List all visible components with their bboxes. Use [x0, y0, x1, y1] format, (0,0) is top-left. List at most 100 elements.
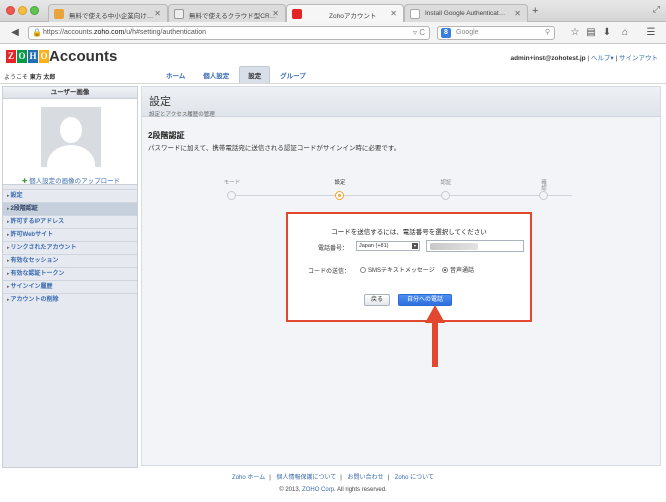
- sidebar-item-label: 許可Webサイト: [10, 232, 54, 238]
- page-title: 設定: [149, 96, 171, 108]
- reader-icon[interactable]: ▤: [584, 26, 598, 40]
- zoom-window-button[interactable]: [30, 6, 39, 15]
- country-code-value: Japan (+81): [359, 243, 389, 249]
- sidebar-item-allowed-ip[interactable]: ▸許可するIPアドレス: [3, 215, 137, 228]
- search-input[interactable]: 8 Google ⚲: [437, 26, 555, 40]
- close-window-button[interactable]: [6, 6, 15, 15]
- menu-icon[interactable]: ☰: [644, 26, 658, 40]
- phone-selection-dialog: コードを送信するには、電話番号を選択してください 電話番号： Japan (+8…: [286, 212, 532, 322]
- tab-label: Install Google Authenticat…: [425, 10, 506, 17]
- avatar-body-shape: [47, 145, 95, 167]
- chevron-right-icon: ▸: [7, 245, 10, 251]
- step-dot: [227, 191, 236, 200]
- back-arrow-icon[interactable]: ◀: [8, 26, 22, 40]
- sidebar-item-label: 有効なセッション: [10, 258, 59, 264]
- nav-personal-settings[interactable]: 個人設定: [195, 67, 237, 83]
- help-link[interactable]: ヘルプ▾: [591, 55, 614, 62]
- chevron-right-icon: ▸: [7, 193, 10, 199]
- copyright-corp-link[interactable]: ZOHO Corp.: [302, 487, 336, 493]
- app-title: Accounts: [49, 48, 118, 65]
- sms-option-radio[interactable]: SMSテキストメッセージ: [360, 265, 435, 274]
- browser-tab-4[interactable]: Install Google Authenticat… ✕: [404, 4, 528, 22]
- search-icon[interactable]: ⚲: [545, 27, 550, 39]
- chevron-down-icon: ▾: [412, 243, 418, 249]
- google-engine-icon[interactable]: 8: [441, 28, 451, 38]
- red-arrow-annotation: [425, 305, 445, 367]
- phone-number-label: 電話番号：: [318, 246, 349, 252]
- browser-nav-bar: ◀ 🔒 https://accounts.zoho.com/u/h#settin…: [0, 22, 666, 44]
- signout-link[interactable]: サインアウト: [619, 55, 658, 62]
- user-photo-area: [3, 99, 137, 185]
- step-mode: モード: [212, 178, 252, 200]
- step-verify: 認証: [426, 178, 466, 200]
- step-label: 認証: [440, 180, 452, 186]
- sidebar-item-allowed-websites[interactable]: ▸許可Webサイト: [3, 228, 137, 241]
- star-icon[interactable]: ☆: [568, 26, 582, 40]
- avatar[interactable]: [41, 107, 101, 167]
- country-code-select[interactable]: Japan (+81) ▾: [356, 241, 420, 251]
- page-header: 設定 設定とアクセス履歴の管理: [142, 87, 660, 118]
- reload-icon[interactable]: ▿ C: [413, 27, 425, 39]
- footer-link-privacy[interactable]: 個人情報保護について: [276, 475, 336, 481]
- section-description: パスワードに加えて、携帯電話宛に送信される認証コードがサインイン時に必要です。: [148, 145, 401, 152]
- fullscreen-icon[interactable]: ⤢: [653, 4, 660, 15]
- url-prefix: https://accounts.: [43, 29, 94, 36]
- download-icon[interactable]: ⬇: [600, 26, 614, 40]
- tab-close-icon[interactable]: ✕: [390, 9, 397, 18]
- upload-photo-link[interactable]: ✚ 個人設定の画像のアップロード: [3, 175, 139, 185]
- tab-label: 無料で使えるクラウド型CR…: [189, 13, 277, 20]
- step-confirm: 確 認: [524, 174, 564, 200]
- home-icon[interactable]: ⌂: [618, 26, 632, 40]
- phone-number-input[interactable]: [426, 240, 524, 252]
- new-tab-button[interactable]: +: [532, 5, 538, 17]
- plus-icon: ✚: [21, 178, 28, 185]
- voice-option-label: 音声通話: [450, 268, 475, 274]
- chevron-right-icon: ▸: [7, 284, 10, 290]
- sidebar-item-settings[interactable]: ▸設定: [3, 189, 137, 202]
- google-favicon-icon: [410, 9, 420, 19]
- user-links: admin+inst@zohotest.jp | ヘルプ▾ | サインアウト: [510, 55, 658, 62]
- setup-stepper: モード 設定 認証 確 認: [224, 178, 572, 202]
- footer-link-about[interactable]: Zoho について: [395, 475, 434, 481]
- step-dot: [441, 191, 450, 200]
- sidebar-item-active-sessions[interactable]: ▸有効なセッション: [3, 254, 137, 267]
- sidebar-item-delete-account[interactable]: ▸アカウントの削除: [3, 293, 137, 306]
- browser-tab-2[interactable]: 無料で使えるクラウド型CR… ✕: [168, 4, 286, 22]
- step-label: 設定: [334, 180, 346, 186]
- user-email: admin+inst@zohotest.jp: [510, 55, 586, 62]
- footer-link-home[interactable]: Zoho ホーム: [232, 475, 265, 481]
- sidebar-item-linked-accounts[interactable]: ▸リンクされたアカウント: [3, 241, 137, 254]
- sidebar-item-signin-history[interactable]: ▸サインイン履歴: [3, 280, 137, 293]
- nav-home[interactable]: ホーム: [158, 67, 193, 83]
- browser-tab-1[interactable]: 無料で使える中小企業向け… ✕: [48, 4, 168, 22]
- minimize-window-button[interactable]: [18, 6, 27, 15]
- copyright-suffix: All rights reserved.: [337, 487, 387, 493]
- top-navigation: ホーム 個人設定 設定 グループ: [158, 66, 314, 83]
- tab-close-icon[interactable]: ✕: [272, 9, 279, 18]
- back-button[interactable]: 戻る: [364, 294, 390, 306]
- chevron-right-icon: ▸: [7, 271, 10, 277]
- tab-favicon-icon: [174, 9, 184, 19]
- browser-tab-3[interactable]: Zohoアカウント ✕: [286, 4, 404, 22]
- chevron-right-icon: ▸: [7, 258, 10, 264]
- sidebar-item-two-factor[interactable]: ▸2段階認証: [3, 202, 137, 215]
- sidebar-item-label: 許可するIPアドレス: [10, 219, 65, 225]
- step-label: モード: [223, 180, 241, 186]
- send-code-label: コードの送信：: [308, 269, 351, 275]
- chevron-right-icon: ▸: [7, 206, 10, 212]
- sidebar: ユーザー画像 ✚ 個人設定の画像のアップロード ▸設定 ▸2段階認証 ▸許可する…: [2, 86, 138, 468]
- nav-groups[interactable]: グループ: [272, 67, 314, 83]
- lock-icon: 🔒: [32, 28, 42, 37]
- section-title: 2段階認証: [148, 131, 185, 140]
- avatar-head-shape: [60, 117, 82, 143]
- tab-close-icon[interactable]: ✕: [154, 9, 161, 18]
- zoho-logo[interactable]: ZOHO: [6, 50, 50, 64]
- footer-link-contact[interactable]: お問い合わせ: [348, 475, 384, 481]
- browser-tab-bar: 無料で使える中小企業向け… ✕ 無料で使えるクラウド型CR… ✕ Zohoアカウ…: [0, 0, 666, 22]
- tab-close-icon[interactable]: ✕: [514, 9, 521, 18]
- sidebar-item-label: 有効な認証トークン: [10, 271, 65, 277]
- nav-settings[interactable]: 設定: [239, 66, 271, 83]
- address-bar[interactable]: 🔒 https://accounts.zoho.com/u/h#setting/…: [28, 26, 430, 40]
- voice-call-option-radio[interactable]: 音声通話: [442, 265, 474, 274]
- sidebar-item-auth-tokens[interactable]: ▸有効な認証トークン: [3, 267, 137, 280]
